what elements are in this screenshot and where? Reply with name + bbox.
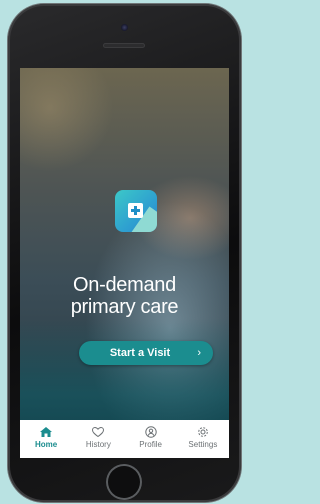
start-visit-label: Start a Visit xyxy=(109,347,171,359)
hero-headline: On-demand primary care xyxy=(20,274,229,318)
front-camera xyxy=(121,24,128,31)
chevron-right-icon: › xyxy=(197,347,201,359)
profile-icon xyxy=(144,426,157,438)
tab-profile-label: Profile xyxy=(139,440,162,449)
tab-history[interactable]: History xyxy=(72,420,124,458)
stage: On-demand primary care Start a Visit › H… xyxy=(0,0,251,504)
tab-history-label: History xyxy=(85,440,111,449)
tab-home[interactable]: Home xyxy=(20,420,72,458)
gear-icon xyxy=(198,427,208,437)
hardware-home-button[interactable] xyxy=(106,464,142,500)
medical-cross-icon xyxy=(128,203,143,218)
tab-settings-label: Settings xyxy=(188,440,218,449)
bottom-tab-bar: Home History Profile Settings xyxy=(20,420,229,458)
phone-frame: On-demand primary care Start a Visit › H… xyxy=(8,4,241,502)
hero-headline-line2: primary care xyxy=(70,296,179,318)
start-visit-button[interactable]: Start a Visit › xyxy=(79,341,213,365)
heart-icon xyxy=(92,426,105,438)
home-icon xyxy=(40,427,53,437)
tab-home-label: Home xyxy=(35,440,58,449)
tab-settings[interactable]: Settings xyxy=(177,420,229,458)
app-screen: On-demand primary care Start a Visit › H… xyxy=(20,68,229,458)
hero-headline-line1: On-demand xyxy=(73,274,176,296)
earpiece-speaker xyxy=(103,43,145,48)
tab-profile[interactable]: Profile xyxy=(125,420,177,458)
app-logo xyxy=(115,190,157,232)
